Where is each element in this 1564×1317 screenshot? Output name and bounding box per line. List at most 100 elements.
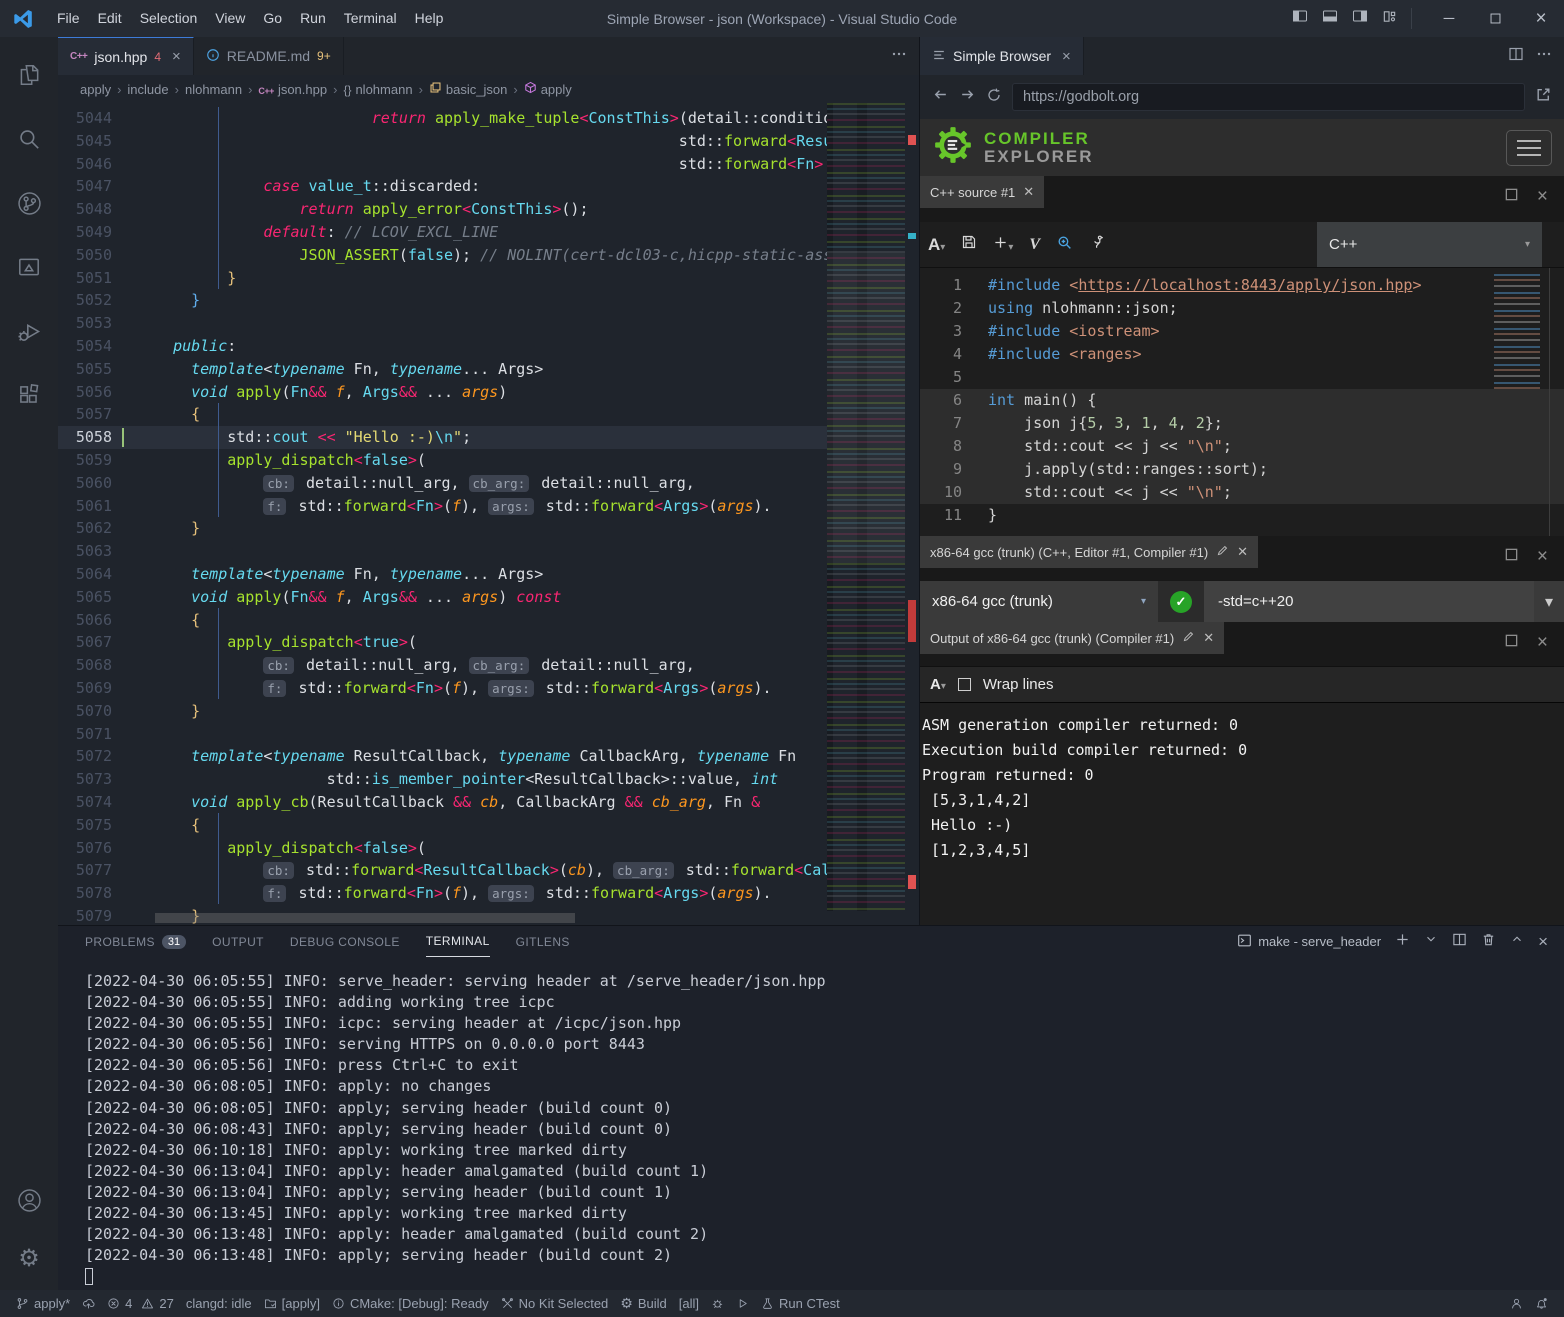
code-editor[interactable]: 5044 return apply_make_tuple<ConstThis>(…	[58, 103, 919, 925]
status-item--all-[interactable]: [all]	[673, 1290, 705, 1317]
cpp-insights-icon[interactable]	[1056, 234, 1073, 256]
maximize-button[interactable]	[1472, 0, 1518, 37]
breadcrumb-item-nlohmann[interactable]: {}nlohmann	[343, 82, 412, 97]
status-item-error-circle[interactable]: 427	[101, 1290, 180, 1317]
compiler-options-input[interactable]: -std=c++20	[1204, 581, 1534, 622]
breadcrumb-item-json-hpp[interactable]: C++json.hpp	[258, 82, 327, 97]
panel-tab-terminal[interactable]: TERMINAL	[426, 926, 490, 957]
hamburger-menu-icon[interactable]	[1506, 130, 1552, 166]
tab-readme-md[interactable]: README.md 9+	[194, 37, 344, 75]
toggle-secondary-sidebar-icon[interactable]	[1352, 8, 1368, 29]
close-pane-icon[interactable]: ×	[1537, 632, 1548, 654]
terminal-output[interactable]: [2022-04-30 06:05:55] INFO: serve_header…	[58, 957, 1564, 1291]
status-item-folder[interactable]: [apply]	[258, 1290, 326, 1317]
vim-mode-icon[interactable]: V	[1029, 236, 1040, 254]
godbolt-source-editor[interactable]: 1#include <https://localhost:8443/apply/…	[920, 268, 1564, 536]
tab-simple-browser[interactable]: Simple Browser ×	[920, 37, 1084, 75]
status-item-bell-dot[interactable]	[1529, 1297, 1554, 1310]
close-icon[interactable]: ✕	[1203, 630, 1214, 646]
status-item-gear[interactable]: ⚙Build	[614, 1290, 672, 1317]
search-icon[interactable]	[5, 113, 53, 165]
edit-pencil-icon[interactable]	[1182, 630, 1195, 646]
split-editor-icon[interactable]	[1508, 46, 1524, 67]
breadcrumb-item-include[interactable]: include	[127, 82, 168, 97]
breadcrumb-item-basic-json[interactable]: basic_json	[429, 81, 507, 97]
reload-icon[interactable]	[986, 87, 1002, 108]
horizontal-scrollbar[interactable]	[155, 913, 575, 923]
quickbench-icon[interactable]	[1089, 234, 1105, 255]
menu-edit[interactable]: Edit	[89, 6, 131, 30]
tab-json-hpp[interactable]: C++ json.hpp 4 ×	[58, 37, 194, 75]
close-icon[interactable]: ✕	[1023, 184, 1034, 200]
status-item-clangd-idle[interactable]: clangd: idle	[180, 1290, 258, 1317]
compiler-tab[interactable]: x86-64 gcc (trunk) (C++, Editor #1, Comp…	[920, 536, 1258, 568]
terminal-instance[interactable]: make - serve_header	[1237, 933, 1381, 951]
breadcrumb-item-apply[interactable]: apply	[524, 81, 572, 97]
menu-go[interactable]: Go	[254, 6, 291, 30]
font-size-icon[interactable]: A▾	[930, 676, 946, 694]
output-tab[interactable]: Output of x86-64 gcc (trunk) (Compiler #…	[920, 622, 1224, 654]
close-window-button[interactable]: ×	[1518, 0, 1564, 37]
extensions-icon[interactable]	[5, 369, 53, 421]
status-item-beaker[interactable]: Run CTest	[755, 1290, 846, 1317]
status-item-info-circle[interactable]: CMake: [Debug]: Ready	[326, 1290, 495, 1317]
panel-tab-problems[interactable]: PROBLEMS31	[85, 927, 186, 957]
edit-pencil-icon[interactable]	[1216, 544, 1229, 560]
options-dropdown-icon[interactable]: ▾	[1534, 581, 1564, 622]
toggle-panel-icon[interactable]	[1322, 8, 1338, 29]
save-icon[interactable]	[961, 234, 977, 255]
language-select[interactable]: C++ ▾	[1317, 222, 1542, 267]
menu-help[interactable]: Help	[406, 6, 453, 30]
add-pane-icon[interactable]: ▾	[993, 235, 1013, 255]
close-pane-icon[interactable]: ×	[1537, 186, 1548, 208]
terminal-dropdown-icon[interactable]	[1424, 932, 1438, 951]
status-item-feedback[interactable]	[1504, 1297, 1529, 1310]
maximize-pane-icon[interactable]	[1504, 187, 1519, 207]
maximize-pane-icon[interactable]	[1504, 547, 1519, 567]
menu-terminal[interactable]: Terminal	[335, 6, 406, 30]
compiler-select[interactable]: x86-64 gcc (trunk) ▾	[920, 581, 1158, 622]
maximize-panel-icon[interactable]	[1510, 932, 1524, 951]
status-item-bug[interactable]	[705, 1290, 730, 1317]
open-external-icon[interactable]	[1535, 86, 1552, 108]
browser-more-actions-icon[interactable]	[1536, 46, 1552, 67]
back-icon[interactable]	[932, 86, 949, 108]
settings-gear-icon[interactable]: ⚙	[5, 1232, 53, 1284]
kill-terminal-icon[interactable]	[1481, 932, 1496, 952]
minimize-button[interactable]: ─	[1426, 0, 1472, 37]
account-icon[interactable]	[5, 1174, 53, 1226]
breadcrumb-item-nlohmann[interactable]: nlohmann	[185, 82, 242, 97]
new-terminal-icon[interactable]	[1395, 932, 1410, 952]
status-item-source-branch[interactable]: apply*	[10, 1290, 76, 1317]
editor-more-actions-icon[interactable]	[891, 46, 907, 67]
customize-layout-icon[interactable]	[1382, 9, 1397, 29]
wrap-lines-checkbox[interactable]	[958, 678, 971, 691]
url-input[interactable]: https://godbolt.org	[1012, 83, 1525, 111]
panel-tab-debug-console[interactable]: DEBUG CONSOLE	[290, 927, 400, 957]
source-tab[interactable]: C++ source #1 ✕	[920, 176, 1044, 208]
close-panel-icon[interactable]: ×	[1538, 932, 1548, 952]
toggle-sidebar-icon[interactable]	[1292, 8, 1308, 29]
menu-view[interactable]: View	[206, 6, 254, 30]
maximize-pane-icon[interactable]	[1504, 633, 1519, 653]
close-tab-icon[interactable]: ×	[172, 48, 181, 65]
breadcrumb[interactable]: apply›include›nlohmann›C++json.hpp›{}nlo…	[58, 75, 919, 103]
close-icon[interactable]: ✕	[1237, 544, 1248, 560]
status-item-play[interactable]	[730, 1290, 755, 1317]
run-debug-icon[interactable]	[5, 305, 53, 357]
cmake-panel-icon[interactable]	[5, 241, 53, 293]
explorer-icon[interactable]	[5, 49, 53, 101]
menu-selection[interactable]: Selection	[131, 6, 207, 30]
breadcrumb-item-apply[interactable]: apply	[80, 82, 111, 97]
minimap-slider[interactable]	[827, 253, 905, 563]
menu-file[interactable]: File	[48, 6, 89, 30]
status-item-cloud-upload[interactable]	[76, 1290, 101, 1317]
source-control-icon[interactable]	[5, 177, 53, 229]
status-item-tools[interactable]: No Kit Selected	[495, 1290, 615, 1317]
font-size-icon[interactable]: A▾	[928, 235, 945, 255]
panel-tab-output[interactable]: OUTPUT	[212, 927, 264, 957]
close-tab-icon[interactable]: ×	[1062, 48, 1071, 65]
forward-icon[interactable]	[959, 86, 976, 108]
panel-tab-gitlens[interactable]: GITLENS	[516, 927, 570, 957]
close-pane-icon[interactable]: ×	[1537, 546, 1548, 568]
